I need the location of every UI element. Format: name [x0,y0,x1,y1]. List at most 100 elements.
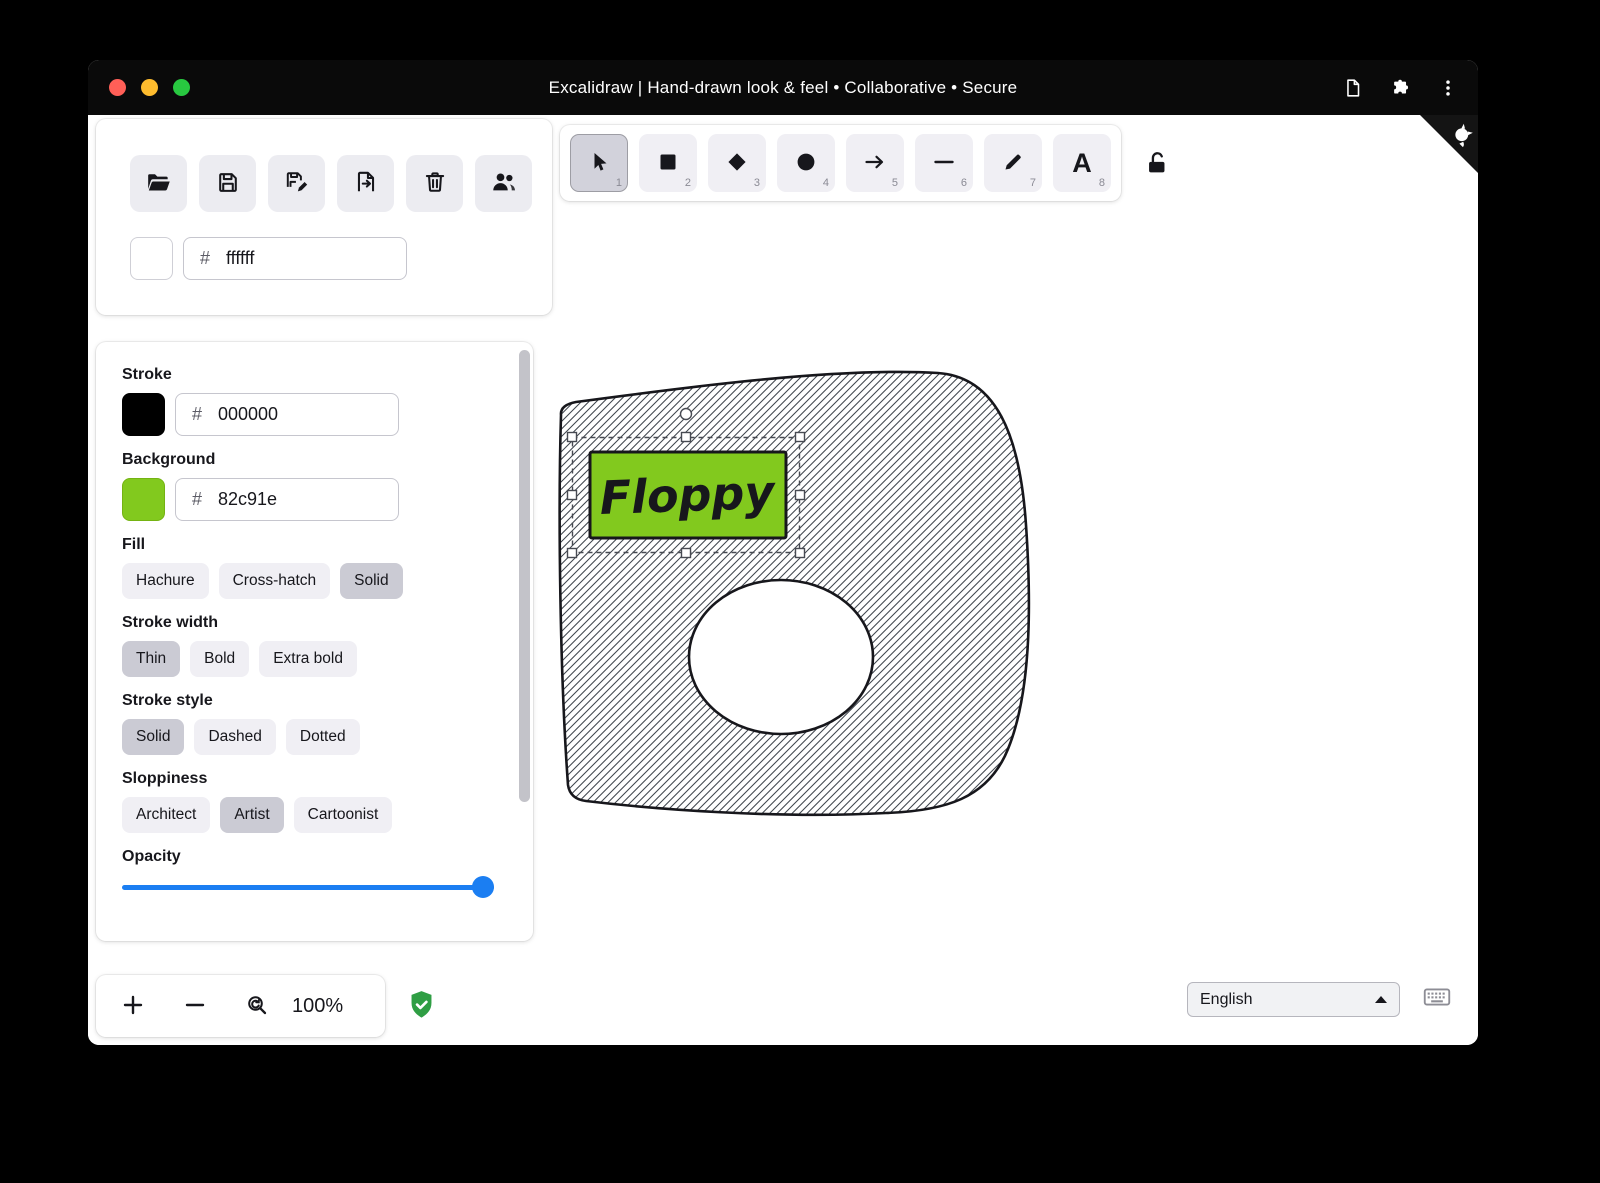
background-hex-input[interactable]: # 82c91e [175,478,399,521]
caret-up-icon [1375,996,1387,1003]
fill-options: Hachure Cross-hatch Solid [122,563,533,599]
diamond-icon [725,150,749,177]
language-select[interactable]: English [1187,982,1400,1017]
zoom-in-button[interactable] [102,979,164,1033]
opacity-section-label: Opacity [122,848,533,866]
keyboard-icon [1420,999,1454,1014]
file-actions-island: # ffffff [96,119,552,315]
trash-icon [422,169,448,198]
title-bar: Excalidraw | Hand-drawn look & feel • Co… [88,60,1478,115]
canvas-background-swatch[interactable] [130,237,173,280]
page-title: Excalidraw | Hand-drawn look & feel • Co… [549,78,1018,98]
background-hex-value: 82c91e [218,489,277,510]
fill-option-solid[interactable]: Solid [340,563,402,599]
language-value: English [1200,991,1252,1009]
lock-open-icon [1143,165,1171,180]
sloppiness-options: Architect Artist Cartoonist [122,797,533,833]
cursor-icon [587,150,611,177]
tool-rectangle[interactable]: 2 [639,134,697,192]
tool-shortcut: 4 [823,177,829,189]
stroke-style-section-label: Stroke style [122,692,533,710]
tool-ellipse[interactable]: 4 [777,134,835,192]
stroke-hex-value: 000000 [218,404,278,425]
folder-open-icon [146,169,172,198]
text-tool-icon: A [1072,150,1092,177]
stroke-width-extra-bold[interactable]: Extra bold [259,641,357,677]
close-window-button[interactable] [109,79,126,96]
opacity-slider[interactable] [122,876,494,898]
sloppiness-artist[interactable]: Artist [220,797,283,833]
sloppiness-architect[interactable]: Architect [122,797,210,833]
rotate-handle[interactable] [681,409,692,420]
pencil-icon [1001,150,1025,177]
clear-canvas-button[interactable] [406,155,463,212]
keyboard-shortcuts-button[interactable] [1420,983,1454,1014]
stroke-width-thin[interactable]: Thin [122,641,180,677]
zoom-controls: 100% [96,975,385,1037]
hash-prefix: # [184,248,226,269]
stroke-style-dotted[interactable]: Dotted [286,719,360,755]
background-section-label: Background [122,451,533,469]
canvas-background-row: # ffffff [130,237,552,280]
collaborators-button[interactable] [475,155,532,212]
stroke-width-bold[interactable]: Bold [190,641,249,677]
users-icon [490,168,518,199]
tool-diamond[interactable]: 3 [708,134,766,192]
minus-icon [183,993,207,1020]
browser-window: Excalidraw | Hand-drawn look & feel • Co… [88,60,1478,1045]
tool-arrow[interactable]: 5 [846,134,904,192]
zoom-out-button[interactable] [164,979,226,1033]
maximize-window-button[interactable] [173,79,190,96]
stroke-hex-input[interactable]: # 000000 [175,393,399,436]
fill-option-cross-hatch[interactable]: Cross-hatch [219,563,331,599]
shape-text[interactable]: Floppy [599,465,777,525]
stroke-style-options: Solid Dashed Dotted [122,719,533,755]
export-icon [353,169,379,198]
canvas-background-hex-input[interactable]: # ffffff [183,237,407,280]
export-button[interactable] [337,155,394,212]
stroke-style-dashed[interactable]: Dashed [194,719,275,755]
stroke-color-swatch[interactable] [122,393,165,436]
excalidraw-app: Floppy [88,115,1478,1045]
plus-icon [121,993,145,1020]
line-icon [932,150,956,177]
open-button[interactable] [130,155,187,212]
save-button[interactable] [199,155,256,212]
menu-kebab-icon[interactable] [1438,77,1458,99]
document-icon[interactable] [1342,77,1364,99]
keep-tool-active-lock-button[interactable] [1143,149,1171,180]
tool-text[interactable]: A 8 [1053,134,1111,192]
sloppiness-cartoonist[interactable]: Cartoonist [294,797,393,833]
tool-shortcut: 2 [685,177,691,189]
tool-shortcut: 5 [892,177,898,189]
opacity-thumb[interactable] [472,876,494,898]
desktop: { "titlebar": { "title": "Excalidraw | H… [0,0,1600,1183]
arrow-icon [863,150,887,177]
reset-zoom-button[interactable] [226,979,288,1033]
save-as-icon [284,169,310,198]
fill-option-hachure[interactable]: Hachure [122,563,209,599]
save-as-button[interactable] [268,155,325,212]
save-icon [215,169,241,198]
floppy-disk-shape[interactable] [560,372,1029,815]
fill-section-label: Fill [122,536,533,554]
stroke-color-row: # 000000 [122,393,533,436]
file-actions-row [96,119,552,212]
extensions-puzzle-icon[interactable] [1390,77,1412,99]
tool-line[interactable]: 6 [915,134,973,192]
floppy-label-element[interactable]: Floppy [590,452,786,538]
background-color-swatch[interactable] [122,478,165,521]
circle-icon [794,150,818,177]
tool-shortcut: 1 [616,177,622,189]
panel-scrollbar[interactable] [519,350,530,802]
encryption-shield-icon[interactable] [408,990,435,1026]
magnifier-reset-icon [245,993,269,1020]
tool-selection[interactable]: 1 [570,134,628,192]
square-icon [656,150,680,177]
stroke-style-solid[interactable]: Solid [122,719,184,755]
tool-shortcut: 7 [1030,177,1036,189]
zoom-percentage: 100% [292,995,343,1018]
minimize-window-button[interactable] [141,79,158,96]
tool-draw[interactable]: 7 [984,134,1042,192]
background-color-row: # 82c91e [122,478,533,521]
